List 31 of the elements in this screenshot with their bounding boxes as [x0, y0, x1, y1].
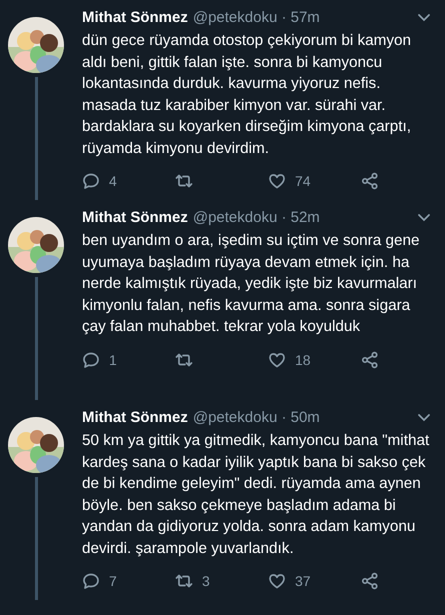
author-name[interactable]: Mithat Sönmez [82, 9, 188, 26]
author-name[interactable]: Mithat Sönmez [82, 209, 188, 226]
reply-count: 1 [109, 352, 117, 368]
chevron-icon[interactable] [417, 12, 431, 22]
heart-icon[interactable] [268, 350, 286, 368]
reply-count: 4 [109, 173, 117, 189]
handle-and-time: @petekdoku · 57m [192, 9, 321, 26]
retweet-icon[interactable] [175, 572, 193, 590]
heart-icon[interactable] [268, 572, 286, 590]
like-count: 18 [295, 352, 311, 368]
like-count: 74 [295, 173, 311, 189]
share-icon[interactable] [361, 572, 379, 590]
reply-icon[interactable] [82, 172, 100, 190]
tweet-text: ben uyandım o ara, işedim su içtim ve sonra gene uyumaya başladım rüyaya devam etmek için. ha nerde kalmıştık rüyada, yedik işte biz kavurmaları kimyonlu falan, nefis kavurma ama. sonra sigara çay falan muhabbet. tekrar yola koyulduk [82, 231, 421, 337]
tweet-text: 50 km ya gittik ya gitmedik, kamyoncu bana "mithat kardeş sana o kadar iyilik yaptık bana bi sakso çek de bi kendime geleyim" dedi. rüyamda ama aynen böyle. ben sakso çekmeye başladım adama bi yandan da gidiyoruz yolda. sonra adam kamyonu devirdi. şarampole yuvarlandık. [82, 431, 430, 558]
share-icon[interactable] [361, 350, 379, 368]
like-count: 37 [295, 573, 311, 589]
chevron-icon[interactable] [417, 212, 431, 222]
retweet-icon[interactable] [175, 350, 193, 368]
chevron-icon[interactable] [417, 412, 431, 422]
retweet-icon[interactable] [175, 172, 193, 190]
author-name[interactable]: Mithat Sönmez [82, 409, 188, 426]
heart-icon[interactable] [268, 172, 286, 190]
retweet-count: 3 [202, 573, 210, 589]
reply-count: 7 [109, 573, 117, 589]
tweet-text: dün gece rüyamda otostop çekiyorum bi kamyon aldı beni, gittik falan işte. sonra bi kamyoncu lokantasında durduk. kavurma yiyoruz nefis. masada tuz karabiber kimyon var. sürahi var. bardaklara su koyarken dirseğim kimyona çarptı, rüyamda kimyonu devirdim. [82, 31, 412, 158]
handle-and-time: @petekdoku · 50m [192, 409, 321, 426]
reply-icon[interactable] [82, 572, 100, 590]
reply-icon[interactable] [82, 350, 100, 368]
share-icon[interactable] [361, 172, 379, 190]
handle-and-time: @petekdoku · 52m [192, 209, 321, 226]
